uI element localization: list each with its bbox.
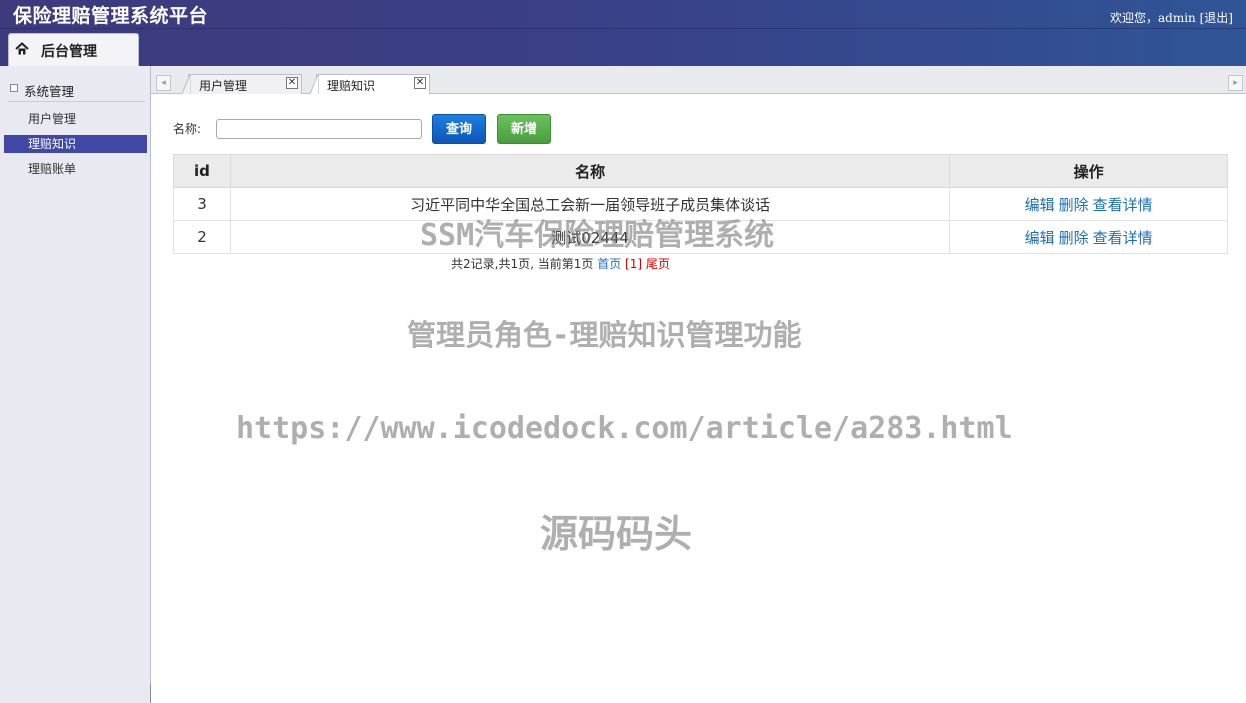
collapse-toggle-icon[interactable] xyxy=(10,84,18,92)
cell-id: 2 xyxy=(173,220,231,254)
column-header-id: id xyxy=(173,154,231,188)
edit-link[interactable]: 编辑 xyxy=(1025,229,1055,247)
last-page-link[interactable]: 尾页 xyxy=(646,257,670,271)
cell-id: 3 xyxy=(173,187,231,221)
chevron-left-icon[interactable]: ◂ xyxy=(156,75,171,91)
app-header: 保险理赔管理系统平台 欢迎您，admin [退出] 后台管理 xyxy=(0,0,1246,66)
home-icon xyxy=(15,42,29,55)
sidebar-item-claim-bills[interactable]: 理赔账单 xyxy=(4,160,147,178)
watermark-brand: 源码码头 xyxy=(540,512,693,556)
name-search-input[interactable] xyxy=(216,119,422,139)
add-button[interactable]: 新增 xyxy=(497,114,551,144)
tab-claim-knowledge[interactable]: 理赔知识 ✕ xyxy=(309,74,430,96)
app-title: 保险理赔管理系统平台 xyxy=(13,5,209,27)
watermark-url: https://www.icodedock.com/article/a283.h… xyxy=(236,411,1013,446)
main-tab-label: 后台管理 xyxy=(41,44,97,60)
table-header-row: id 名称 操作 xyxy=(173,154,1228,188)
chevron-right-icon[interactable]: ▸ xyxy=(1228,75,1243,91)
cell-actions: 编辑 删除 查看详情 xyxy=(949,220,1228,254)
column-header-name: 名称 xyxy=(229,154,951,188)
pagination-summary: 共2记录,共1页, 当前第1页 xyxy=(451,257,594,271)
query-button[interactable]: 查询 xyxy=(432,114,486,144)
watermark-system-name: SSM汽车保险理赔管理系统 xyxy=(420,218,775,253)
tab-label: 用户管理 xyxy=(199,79,248,93)
close-icon[interactable]: ✕ xyxy=(286,77,298,89)
tab-strip: ◂ 用户管理 ✕ 理赔知识 ✕ ▸ xyxy=(151,66,1246,96)
close-icon[interactable]: ✕ xyxy=(414,77,426,89)
sidebar: 系统管理 用户管理 理赔知识 理赔账单 xyxy=(0,66,157,703)
sidebar-group-system[interactable]: 系统管理 xyxy=(8,80,145,102)
logout-link[interactable]: [退出] xyxy=(1200,11,1233,25)
sidebar-item-user-management[interactable]: 用户管理 xyxy=(4,110,147,128)
welcome-text: 欢迎您，admin xyxy=(1110,11,1196,25)
edit-link[interactable]: 编辑 xyxy=(1025,196,1055,214)
tab-user-management[interactable]: 用户管理 ✕ xyxy=(181,74,302,96)
current-page: [1] xyxy=(625,257,643,271)
delete-link[interactable]: 删除 xyxy=(1059,229,1089,247)
tab-edge-decoration xyxy=(181,75,191,96)
main-content: 名称: 查询 新增 id 名称 操作 3 习近平同中华全国总工会新一届领导班子成… xyxy=(151,94,1246,703)
main-tab-backend[interactable]: 后台管理 xyxy=(8,33,139,66)
sidebar-group-label: 系统管理 xyxy=(24,84,75,99)
column-header-actions: 操作 xyxy=(949,154,1228,188)
cell-actions: 编辑 删除 查看详情 xyxy=(949,187,1228,221)
view-details-link[interactable]: 查看详情 xyxy=(1093,229,1153,247)
search-label: 名称: xyxy=(173,122,202,136)
user-welcome: 欢迎您，admin [退出] xyxy=(1110,9,1233,26)
pagination: 共2记录,共1页, 当前第1页 首页 [1] 尾页 xyxy=(451,255,670,272)
header-divider xyxy=(0,28,1246,29)
sidebar-item-claim-knowledge[interactable]: 理赔知识 xyxy=(4,135,147,153)
first-page-link[interactable]: 首页 xyxy=(597,257,621,271)
view-details-link[interactable]: 查看详情 xyxy=(1093,196,1153,214)
tab-edge-decoration xyxy=(309,75,319,96)
tab-label: 理赔知识 xyxy=(327,79,376,93)
delete-link[interactable]: 删除 xyxy=(1059,196,1089,214)
watermark-feature: 管理员角色-理赔知识管理功能 xyxy=(407,318,802,352)
